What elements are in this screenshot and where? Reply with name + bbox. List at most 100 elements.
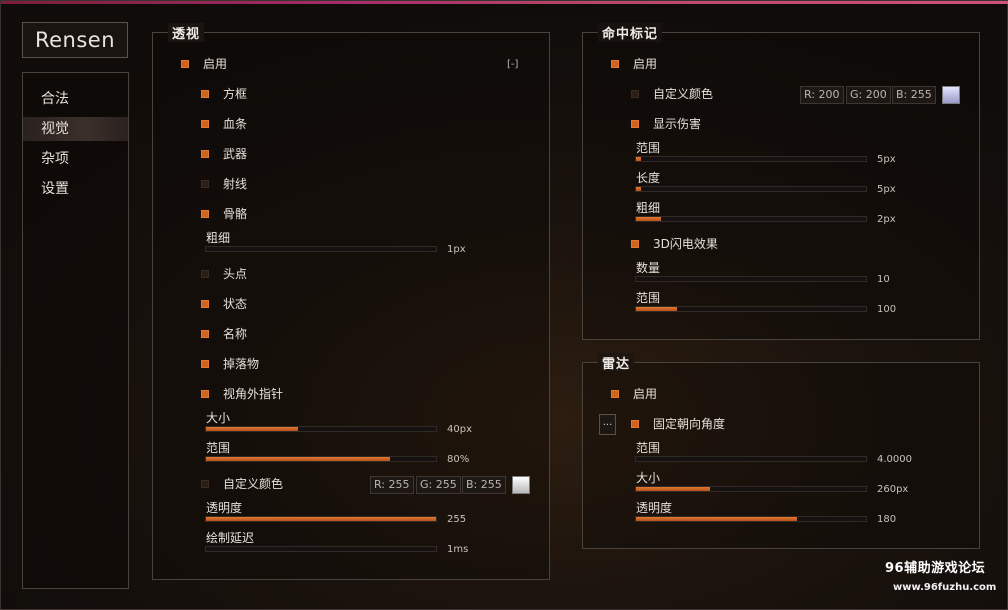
radar-fixed-orientation-label: 固定朝向角度 bbox=[653, 417, 726, 431]
hitmarker-show-damage-checkbox[interactable] bbox=[631, 120, 639, 128]
esp-offscreen-checkbox[interactable] bbox=[201, 390, 209, 398]
esp-color-b-input[interactable]: B: 255 bbox=[462, 476, 506, 494]
hitmarker-color-r-input[interactable]: R: 200 bbox=[800, 86, 844, 104]
esp-collapse-button[interactable]: [-] bbox=[507, 59, 518, 70]
slider-fill bbox=[206, 457, 390, 461]
sidebar-item-settings[interactable]: 设置 bbox=[23, 177, 128, 201]
radar-opacity-label: 透明度 bbox=[636, 501, 673, 515]
esp-drops-checkbox[interactable] bbox=[201, 360, 209, 368]
esp-custom-color-checkbox[interactable] bbox=[201, 480, 209, 488]
hitmarker-length-slider[interactable] bbox=[635, 186, 867, 192]
esp-enable-checkbox[interactable] bbox=[181, 60, 189, 68]
slider-fill bbox=[636, 187, 641, 191]
hitmarker-color-g-input[interactable]: G: 200 bbox=[846, 86, 891, 104]
esp-thickness-label: 粗细 bbox=[206, 231, 231, 245]
hitmarker-length-value: 5px bbox=[877, 184, 896, 195]
hitmarker-thickness-value: 2px bbox=[877, 214, 896, 225]
esp-panel bbox=[152, 32, 550, 580]
slider-fill bbox=[206, 517, 436, 521]
sidebar-item-misc[interactable]: 杂项 bbox=[23, 147, 128, 171]
esp-opacity-slider[interactable] bbox=[205, 516, 437, 522]
hitmarker-thickness-label: 粗细 bbox=[636, 201, 661, 215]
sidebar-item-visuals[interactable]: 视觉 bbox=[23, 117, 128, 141]
esp-size-slider[interactable] bbox=[205, 426, 437, 432]
hitmarker-thickness-slider[interactable] bbox=[635, 216, 867, 222]
radar-title: 雷达 bbox=[598, 353, 635, 372]
esp-thickness-slider[interactable] bbox=[205, 246, 437, 252]
radar-size-slider[interactable] bbox=[635, 486, 867, 492]
esp-snapline-checkbox[interactable] bbox=[201, 180, 209, 188]
radar-enable-checkbox[interactable] bbox=[611, 390, 619, 398]
esp-box-label: 方框 bbox=[223, 87, 248, 101]
esp-opacity-value: 255 bbox=[447, 514, 467, 525]
esp-offscreen-label: 视角外指针 bbox=[223, 387, 284, 401]
esp-color-swatch[interactable] bbox=[512, 476, 530, 494]
hitmarker-count-slider[interactable] bbox=[635, 276, 867, 282]
hitmarker-lightning-label: 3D闪电效果 bbox=[653, 237, 718, 251]
hitmarker-count-label: 数量 bbox=[636, 261, 661, 275]
hitmarker-enable-checkbox[interactable] bbox=[611, 60, 619, 68]
esp-weapon-label: 武器 bbox=[223, 147, 248, 161]
radar-range-value: 4.0000 bbox=[877, 454, 912, 465]
esp-name-label: 名称 bbox=[223, 327, 248, 341]
esp-opacity-label: 透明度 bbox=[206, 501, 243, 515]
main-window: Rensen 合法 视觉 杂项 设置 透视 [-] 启用 方框 血条 武器 射线… bbox=[0, 0, 1008, 610]
esp-skeleton-checkbox[interactable] bbox=[201, 210, 209, 218]
slider-fill bbox=[636, 517, 797, 521]
hitmarker-lightning-checkbox[interactable] bbox=[631, 240, 639, 248]
radar-range-slider[interactable] bbox=[635, 456, 867, 462]
radar-opacity-slider[interactable] bbox=[635, 516, 867, 522]
esp-enable-label: 启用 bbox=[203, 57, 228, 71]
slider-fill bbox=[636, 157, 641, 161]
esp-range-slider[interactable] bbox=[205, 456, 437, 462]
esp-head-checkbox[interactable] bbox=[201, 270, 209, 278]
hitmarker-title: 命中标记 bbox=[598, 23, 663, 42]
esp-box-checkbox[interactable] bbox=[201, 90, 209, 98]
hitmarker-range2-value: 100 bbox=[877, 304, 897, 315]
slider-fill bbox=[636, 217, 662, 221]
hitmarker-color-swatch[interactable] bbox=[942, 86, 960, 104]
hitmarker-range2-label: 范围 bbox=[636, 291, 661, 305]
accent-line bbox=[1, 1, 1008, 4]
sidebar: 合法 视觉 杂项 设置 bbox=[22, 72, 129, 589]
hitmarker-custom-color-checkbox[interactable] bbox=[631, 90, 639, 98]
esp-health-label: 血条 bbox=[223, 117, 248, 131]
esp-drops-label: 掉落物 bbox=[223, 357, 260, 371]
esp-thickness-value: 1px bbox=[447, 244, 466, 255]
hitmarker-enable-label: 启用 bbox=[633, 57, 658, 71]
esp-draw-delay-slider[interactable] bbox=[205, 546, 437, 552]
slider-fill bbox=[206, 427, 298, 431]
hitmarker-range-value: 5px bbox=[877, 154, 896, 165]
esp-range-value: 80% bbox=[447, 454, 470, 465]
esp-health-checkbox[interactable] bbox=[201, 120, 209, 128]
hitmarker-range-label: 范围 bbox=[636, 141, 661, 155]
radar-fixed-orientation-checkbox[interactable] bbox=[631, 420, 639, 428]
esp-size-value: 40px bbox=[447, 424, 472, 435]
esp-color-g-input[interactable]: G: 255 bbox=[416, 476, 461, 494]
hitmarker-range2-slider[interactable] bbox=[635, 306, 867, 312]
sidebar-item-legit[interactable]: 合法 bbox=[23, 87, 128, 111]
hitmarker-count-value: 10 bbox=[877, 274, 890, 285]
hitmarker-range-slider[interactable] bbox=[635, 156, 867, 162]
radar-opacity-value: 180 bbox=[877, 514, 897, 525]
esp-range-label: 范围 bbox=[206, 441, 231, 455]
esp-color-r-input[interactable]: R: 255 bbox=[370, 476, 414, 494]
hitmarker-show-damage-label: 显示伤害 bbox=[653, 117, 702, 131]
radar-range-label: 范围 bbox=[636, 441, 661, 455]
radar-more-button[interactable]: ... bbox=[599, 414, 616, 435]
hitmarker-color-b-input[interactable]: B: 255 bbox=[892, 86, 936, 104]
esp-status-label: 状态 bbox=[223, 297, 248, 311]
esp-head-label: 头点 bbox=[223, 267, 248, 281]
esp-name-checkbox[interactable] bbox=[201, 330, 209, 338]
radar-enable-label: 启用 bbox=[633, 387, 658, 401]
radar-size-value: 260px bbox=[877, 484, 909, 495]
esp-weapon-checkbox[interactable] bbox=[201, 150, 209, 158]
watermark-title: 96辅助游戏论坛 bbox=[885, 561, 986, 576]
esp-size-label: 大小 bbox=[206, 411, 231, 425]
esp-draw-delay-value: 1ms bbox=[447, 544, 469, 555]
radar-size-label: 大小 bbox=[636, 471, 661, 485]
esp-title: 透视 bbox=[168, 23, 205, 42]
hitmarker-length-label: 长度 bbox=[636, 171, 661, 185]
esp-status-checkbox[interactable] bbox=[201, 300, 209, 308]
watermark-url: www.96fuzhu.com bbox=[893, 582, 997, 593]
